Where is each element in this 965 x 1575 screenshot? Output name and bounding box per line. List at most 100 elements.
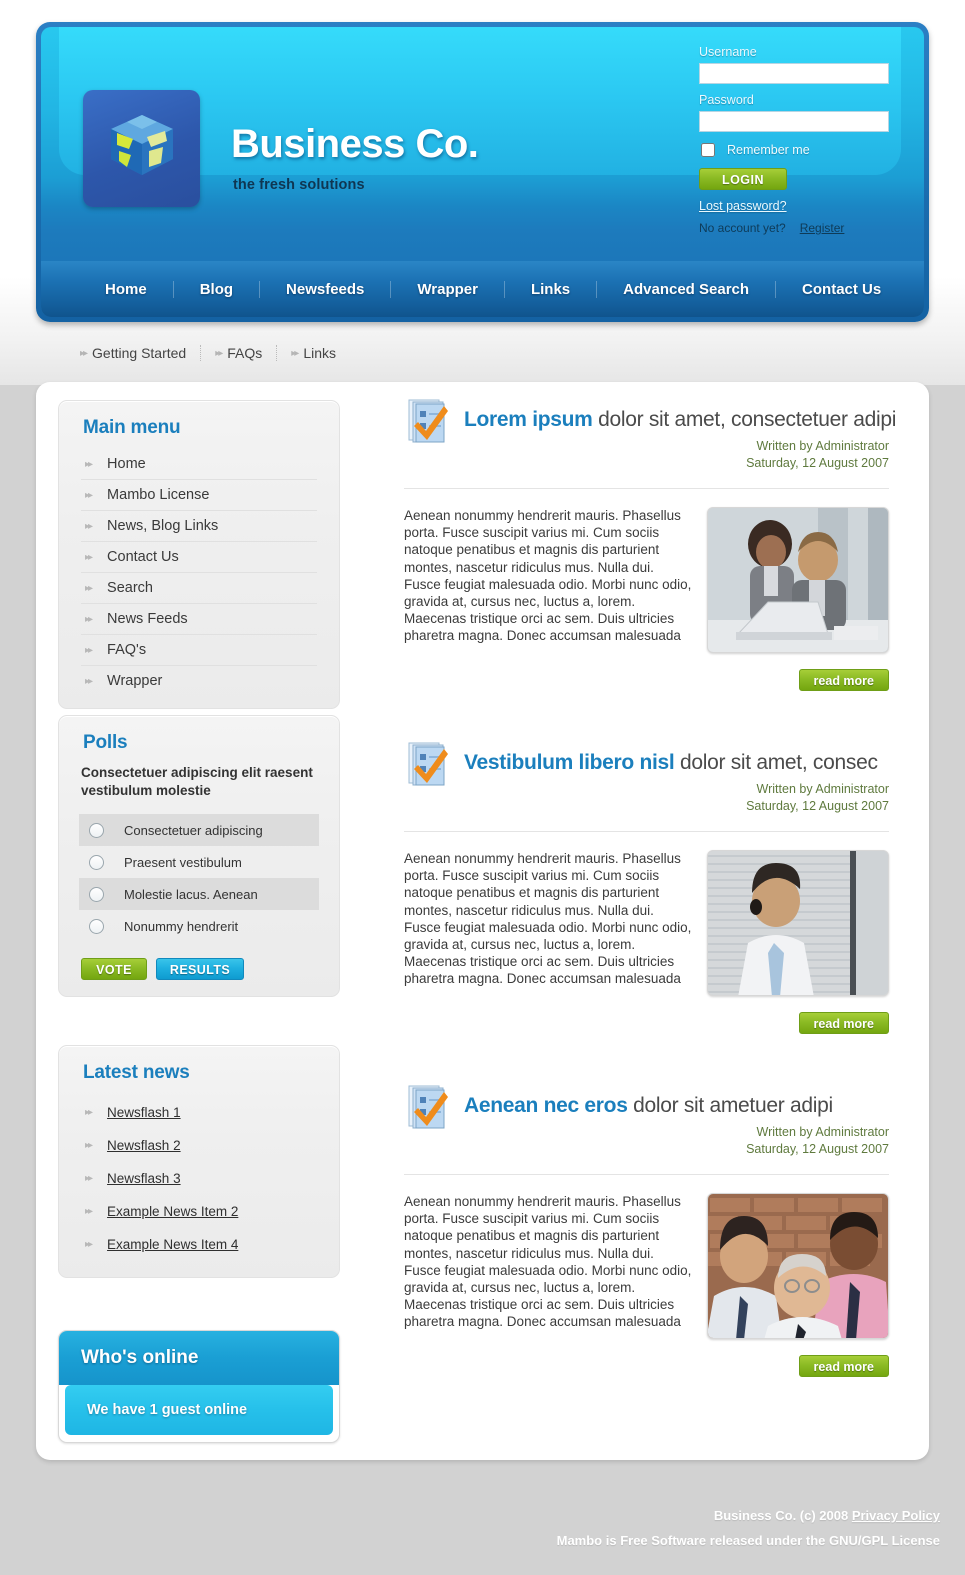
breadcrumb-label: Links <box>303 345 337 361</box>
article-notepad-icon <box>404 1082 452 1130</box>
chevron-right-icon: ▸▸ <box>215 347 223 359</box>
article-title[interactable]: Aenean nec eros dolor sit ametuer adipi <box>464 1068 903 1118</box>
list-item[interactable]: ▸▸ Example News Item 4 <box>81 1228 317 1261</box>
nav-item-newsfeeds[interactable]: Newsfeeds <box>260 280 392 298</box>
login-form: Username Password Remember me LOGIN Lost… <box>699 45 899 235</box>
site-logo[interactable] <box>83 90 200 207</box>
poll-option[interactable]: Consectetuer adipiscing <box>79 814 319 846</box>
register-link[interactable]: Register <box>800 221 845 235</box>
sidebar-item-wrapper[interactable]: ▸▸ Wrapper <box>81 666 317 696</box>
no-account-row: No account yet? Register <box>699 221 899 235</box>
radio-button-icon[interactable] <box>89 918 104 934</box>
latest-news-list: ▸▸ Newsflash 1 ▸▸ Newsflash 2 ▸▸ Newsflash … <box>59 1094 339 1277</box>
sidebar-item-label: Search <box>107 580 153 596</box>
radio-button-icon[interactable] <box>89 886 104 902</box>
news-link[interactable]: Example News Item 4 <box>107 1237 238 1252</box>
article-author: Written by Administrator <box>756 439 889 453</box>
article-body: Aenean nonummy hendrerit mauris. Phasell… <box>404 508 692 644</box>
article-photo-3 <box>707 1193 889 1339</box>
nav-item-advanced-search[interactable]: Advanced Search <box>597 280 777 298</box>
site-slogan: the fresh solutions <box>233 177 365 193</box>
read-more-button[interactable]: read more <box>798 1355 889 1377</box>
polls-title: Polls <box>83 732 128 753</box>
read-more-button[interactable]: read more <box>798 1012 889 1034</box>
article-title-bold: Lorem ipsum <box>464 408 593 431</box>
chevron-right-icon: ▸▸ <box>85 675 93 687</box>
chevron-right-icon: ▸▸ <box>85 1140 93 1151</box>
privacy-policy-link[interactable]: Privacy Policy <box>852 1508 940 1523</box>
no-account-text: No account yet? <box>699 221 786 235</box>
sidebar-item-label: Home <box>107 456 146 472</box>
breadcrumb-item-getting-started[interactable]: ▸▸ Getting Started <box>80 345 200 361</box>
password-input[interactable] <box>699 111 889 132</box>
sidebar-item-label: FAQ's <box>107 642 147 658</box>
poll-option[interactable]: Praesent vestibulum <box>79 846 319 878</box>
footer-line-2: Mambo is Free Software released under th… <box>556 1533 940 1548</box>
sidebar-item-news-blog-links[interactable]: ▸▸ News, Blog Links <box>81 511 317 542</box>
chevron-right-icon: ▸▸ <box>85 644 93 656</box>
password-label: Password <box>699 93 754 107</box>
poll-option[interactable]: Molestie lacus. Aenean <box>79 878 319 910</box>
article-date: Saturday, 12 August 2007 <box>746 1142 889 1156</box>
article-title[interactable]: Vestibulum libero nisl dolor sit amet, c… <box>464 725 903 775</box>
sidebar-item-home[interactable]: ▸▸ Home <box>81 449 317 480</box>
main-navigation: Home Blog Newsfeeds Wrapper Links Advanc… <box>41 261 924 317</box>
username-input[interactable] <box>699 63 889 84</box>
poll-question: Consectetuer adipiscing elit raesent ves… <box>81 765 313 798</box>
read-more-button[interactable]: read more <box>798 669 889 691</box>
site-title: Business Co. <box>231 122 479 166</box>
article-body: Aenean nonummy hendrerit mauris. Phasell… <box>404 851 692 987</box>
article: Lorem ipsum dolor sit amet, consectetuer… <box>370 382 915 691</box>
sidebar-item-label: Mambo License <box>107 487 210 503</box>
chevron-right-icon: ▸▸ <box>80 347 88 359</box>
radio-button-icon[interactable] <box>89 822 104 838</box>
sidebar-item-search[interactable]: ▸▸ Search <box>81 573 317 604</box>
sidebar-item-news-feeds[interactable]: ▸▸ News Feeds <box>81 604 317 635</box>
chevron-right-icon: ▸▸ <box>85 458 93 470</box>
poll-option-label: Nonummy hendrerit <box>124 918 239 934</box>
sidebar-item-faqs[interactable]: ▸▸ FAQ's <box>81 635 317 666</box>
remember-me-row: Remember me <box>699 143 899 157</box>
module-latest-news: Latest news ▸▸ Newsflash 1 ▸▸ Newsflash 2 … <box>58 1045 340 1278</box>
footer-copyright: Business Co. (c) 2008 <box>713 1508 852 1523</box>
breadcrumb-label: Getting Started <box>92 345 187 361</box>
breadcrumb-item-links[interactable]: ▸▸ Links <box>276 345 350 361</box>
article-date: Saturday, 12 August 2007 <box>746 799 889 813</box>
breadcrumb-item-faqs[interactable]: ▸▸ FAQs <box>200 345 276 361</box>
poll-buttons: VOTE RESULTS <box>59 942 339 996</box>
article-photo-1 <box>707 507 889 653</box>
lost-password-link[interactable]: Lost password? <box>699 199 899 213</box>
remember-me-checkbox[interactable] <box>701 143 715 157</box>
article-title-bold: Vestibulum libero nisl <box>464 751 675 774</box>
nav-item-blog[interactable]: Blog <box>174 280 261 298</box>
list-item[interactable]: ▸▸ Newsflash 3 <box>81 1162 317 1195</box>
article-title-rest: dolor sit amet, consec <box>674 751 878 774</box>
sidebar-item-mambo-license[interactable]: ▸▸ Mambo License <box>81 480 317 511</box>
list-item[interactable]: ▸▸ Newsflash 1 <box>81 1096 317 1129</box>
list-item[interactable]: ▸▸ Newsflash 2 <box>81 1129 317 1162</box>
chevron-right-icon: ▸▸ <box>85 1206 93 1217</box>
nav-item-contact-us[interactable]: Contact Us <box>776 281 907 298</box>
article-title[interactable]: Lorem ipsum dolor sit amet, consectetuer… <box>464 382 903 432</box>
chevron-right-icon: ▸▸ <box>85 1239 93 1250</box>
poll-options-list: Consectetuer adipiscing Praesent vestibu… <box>59 814 339 942</box>
results-button[interactable]: RESULTS <box>156 958 244 980</box>
list-item[interactable]: ▸▸ Example News Item 2 <box>81 1195 317 1228</box>
vote-button[interactable]: VOTE <box>81 958 147 980</box>
news-link[interactable]: Newsflash 1 <box>107 1105 181 1120</box>
breadcrumb-label: FAQs <box>227 345 263 361</box>
news-link[interactable]: Example News Item 2 <box>107 1204 238 1219</box>
news-link[interactable]: Newsflash 3 <box>107 1171 181 1186</box>
article-title-rest: dolor sit ametuer adipi <box>627 1094 833 1117</box>
article-meta: Written by Administrator Saturday, 12 Au… <box>464 775 903 815</box>
poll-option[interactable]: Nonummy hendrerit <box>79 910 319 942</box>
nav-item-wrapper[interactable]: Wrapper <box>391 280 505 298</box>
login-button[interactable]: LOGIN <box>699 168 787 190</box>
nav-item-links[interactable]: Links <box>505 280 598 298</box>
news-link[interactable]: Newsflash 2 <box>107 1138 181 1153</box>
article-date: Saturday, 12 August 2007 <box>746 456 889 470</box>
sidebar-item-contact-us[interactable]: ▸▸ Contact Us <box>81 542 317 573</box>
nav-item-home[interactable]: Home <box>79 280 174 298</box>
radio-button-icon[interactable] <box>89 854 104 870</box>
globe-cube-icon <box>103 107 181 190</box>
